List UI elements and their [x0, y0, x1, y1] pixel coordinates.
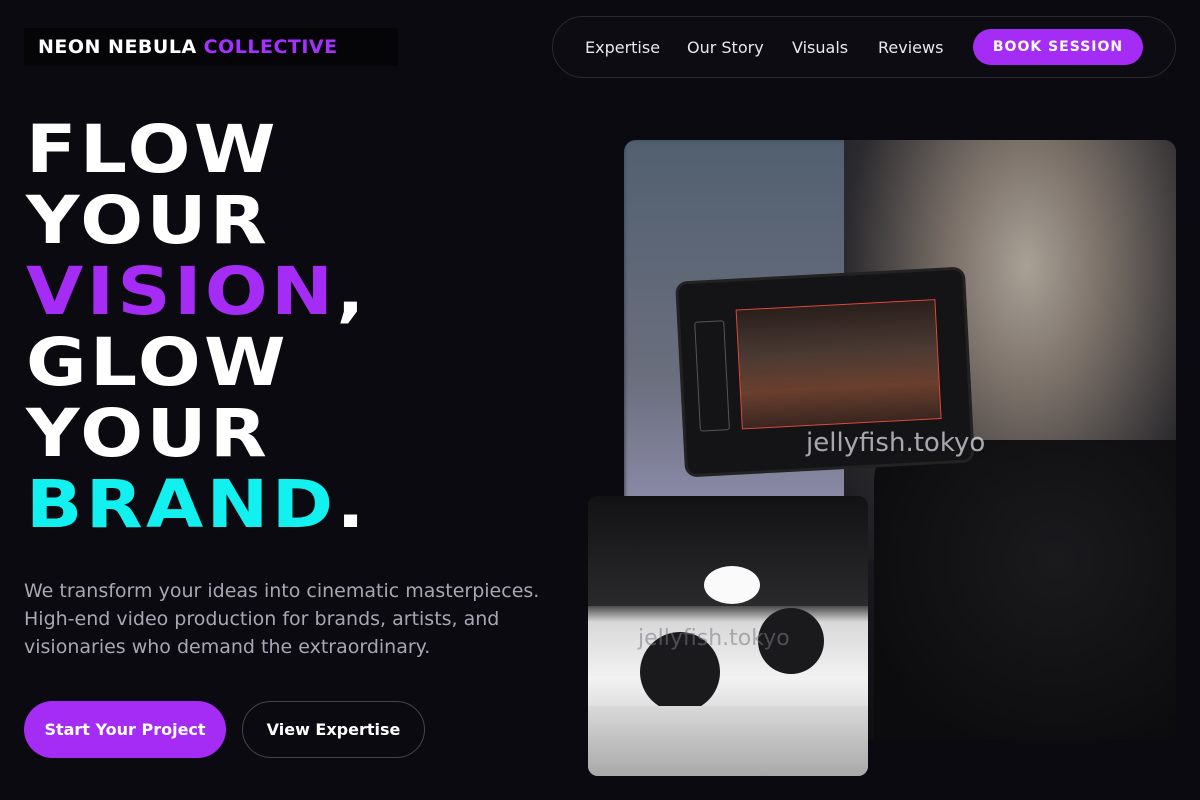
studio-floor: [588, 706, 868, 776]
brand-name-accent: COLLECTIVE: [203, 36, 338, 58]
main-nav: Expertise Our Story Visuals Reviews BOOK…: [552, 16, 1176, 78]
hero-subtitle: We transform your ideas into cinematic m…: [24, 580, 540, 658]
studio-softbox: [704, 566, 760, 604]
hero-line-3: VISION,: [26, 256, 368, 327]
photo-watermark: jellyfish.tokyo: [806, 428, 986, 458]
nav-item-our-story[interactable]: Our Story: [687, 38, 764, 57]
hero-headline: FLOW YOUR VISION, GLOW YOUR BRAND.: [26, 114, 365, 540]
nav-item-reviews[interactable]: Reviews: [878, 38, 943, 57]
hero-line-5: YOUR: [26, 395, 271, 472]
start-project-button[interactable]: Start Your Project: [24, 701, 226, 758]
brand-logo[interactable]: NEON NEBULA COLLECTIVE: [24, 28, 398, 66]
hero-line-1: FLOW: [26, 111, 279, 188]
hero-line-4: GLOW: [26, 324, 289, 401]
monitor-screen: [735, 299, 942, 430]
hero-line-2: YOUR: [26, 182, 271, 259]
brand-name: NEON NEBULA: [38, 36, 197, 58]
studio-photo: jellyfish.tokyo: [588, 496, 868, 776]
hero-word-brand: BRAND: [26, 466, 337, 543]
nav-item-expertise[interactable]: Expertise: [585, 38, 660, 57]
studio-watermark: jellyfish.tokyo: [638, 626, 790, 651]
hero-word-vision: VISION: [26, 253, 337, 330]
nav-item-visuals[interactable]: Visuals: [792, 38, 848, 57]
hero-line-6: BRAND.: [26, 469, 368, 540]
view-expertise-button[interactable]: View Expertise: [242, 701, 425, 758]
monitor-buttons: [694, 320, 730, 432]
camera-rig: [874, 440, 1176, 740]
hero-period: .: [336, 466, 368, 543]
book-session-button[interactable]: BOOK SESSION: [973, 29, 1143, 65]
hero-comma: ,: [336, 253, 368, 330]
